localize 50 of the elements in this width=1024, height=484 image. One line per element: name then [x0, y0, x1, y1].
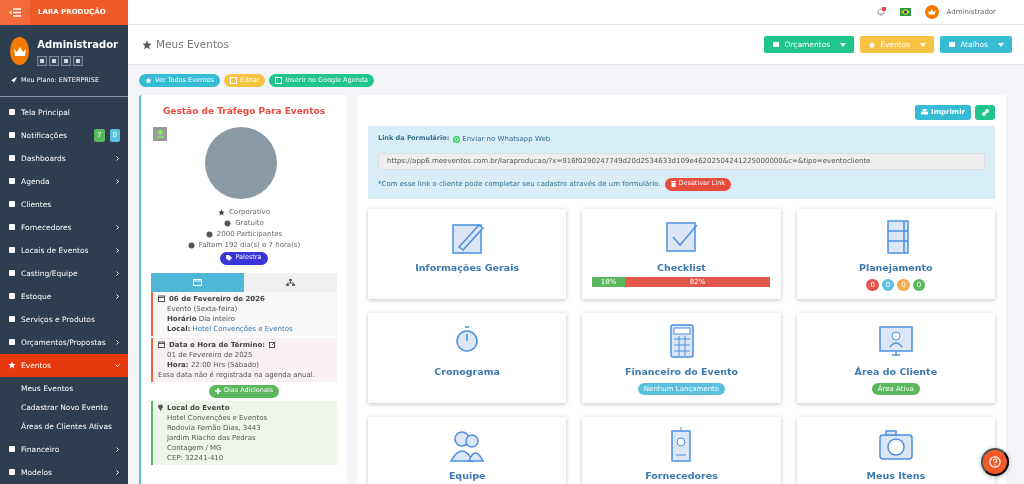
upload-icon: [155, 129, 165, 138]
tile-title: Fornecedores: [645, 468, 718, 483]
tile-title: Informações Gerais: [415, 260, 520, 275]
star-icon: [868, 40, 877, 49]
link-icon: [981, 109, 989, 116]
menu-tile[interactable]: Cronograma: [368, 312, 567, 403]
chevron-icon: [115, 224, 120, 230]
edit-icon: [269, 341, 277, 348]
caret-icon: [840, 42, 847, 47]
caret-icon: [998, 42, 1004, 47]
tile-title: Planejamento: [858, 260, 933, 275]
sitemap-icon: [286, 278, 295, 286]
chevron-icon: [115, 339, 120, 345]
star-icon: [145, 77, 152, 84]
plus-icon: [214, 388, 221, 394]
tile-title: Checklist: [657, 260, 706, 275]
chevron-icon: [115, 446, 120, 452]
chevron-icon: [115, 247, 120, 253]
tile-title: Cronograma: [434, 364, 500, 379]
menu-tile[interactable]: Meus Itens: [796, 416, 995, 484]
star-icon: [142, 39, 152, 50]
tag-icon: [226, 255, 233, 261]
help-icon: [989, 455, 1001, 469]
chevron-icon: [115, 362, 120, 368]
chevron-icon: [115, 155, 120, 161]
flag-icon: [899, 8, 911, 16]
chevron-icon: [115, 270, 120, 276]
menu-tile[interactable]: Equipe: [368, 416, 567, 484]
tile-title: Financeiro do Evento: [624, 364, 739, 379]
printer-icon: [921, 109, 929, 116]
chevron-icon: [115, 293, 120, 299]
upload-button[interactable]: [153, 126, 167, 141]
star-icon: [217, 208, 225, 216]
star-icon: [8, 361, 16, 370]
event-title: Gestão de Tráfego Para Eventos: [161, 105, 327, 118]
pin-icon: [158, 404, 163, 411]
user-name: Administrador: [37, 38, 118, 52]
menu-icon: [9, 8, 21, 17]
caret-icon: [920, 42, 927, 47]
menu-toggle-button[interactable]: [0, 0, 30, 25]
chevron-icon: [115, 178, 120, 184]
tile-title: Área do Cliente: [854, 364, 938, 379]
tile-title: Equipe: [448, 468, 486, 483]
chevron-icon: [115, 469, 120, 475]
trash-icon: [670, 181, 676, 187]
menu-tile[interactable]: Fornecedores: [582, 416, 781, 484]
chat-icon: [453, 135, 461, 143]
tile-title: Meus Itens: [866, 468, 926, 483]
page-title: Meus Eventos: [156, 36, 229, 52]
menu-tile[interactable]: Informações Gerais: [368, 208, 567, 299]
